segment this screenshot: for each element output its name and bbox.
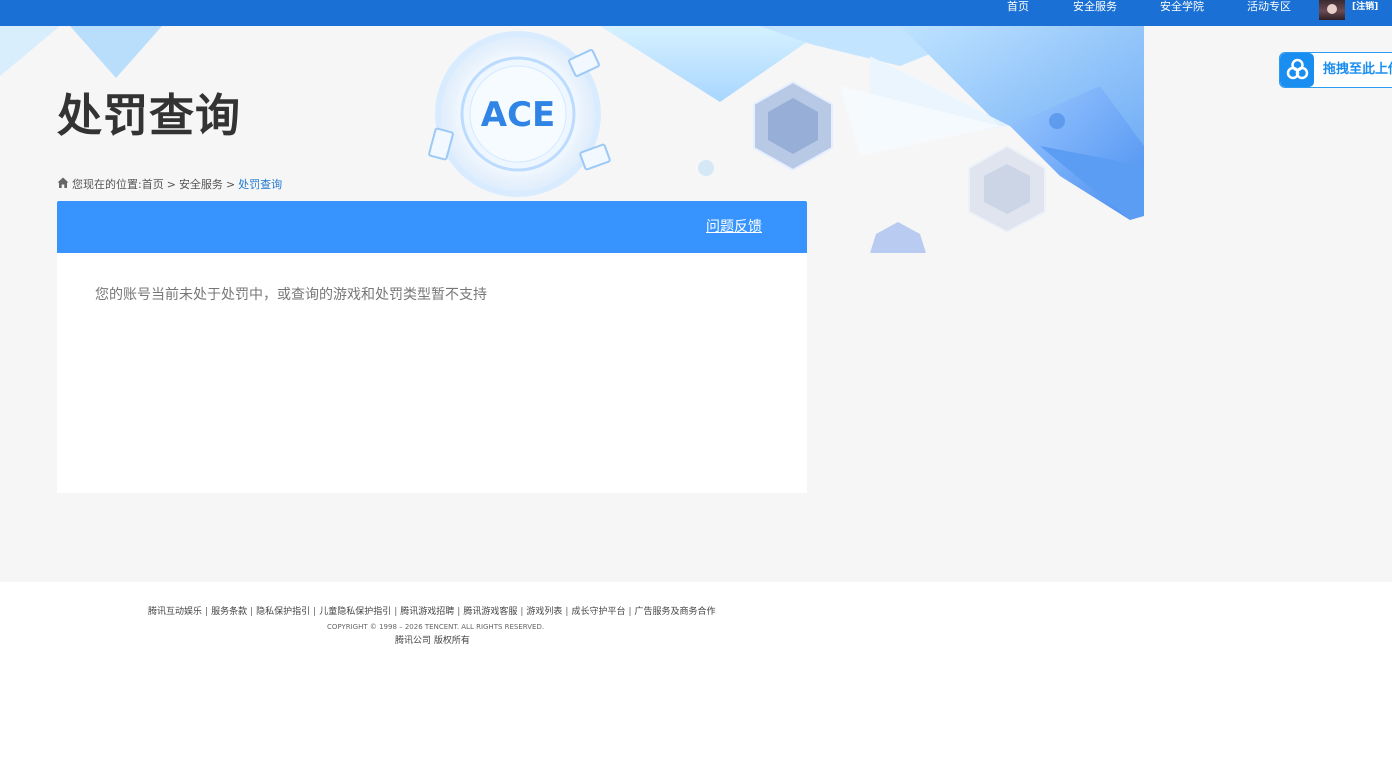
footer-link[interactable]: 服务条款 [211,607,247,617]
panel-body: 您的账号当前未处于处罚中，或查询的游戏和处罚类型暂不支持 [57,253,807,493]
rights-reserved: 腾讯公司 版权所有 [395,636,470,646]
ace-logo-text: ACE [481,95,556,135]
upload-label: 拖拽至此上传 [1323,62,1392,77]
footer-link[interactable]: 游戏列表 [526,607,562,617]
nav-events[interactable]: 活动专区 [1247,0,1291,14]
copyright: COPYRIGHT © 1998 – 2026 TENCENT. ALL RIG… [327,623,545,631]
page-title: 处罚查询 [57,89,242,142]
panel-header: 问题反馈 [57,201,807,253]
logout-link[interactable]: [注销] [1352,1,1378,13]
home-icon [57,177,69,188]
cloud-icon [1280,53,1314,87]
breadcrumb-current: 处罚查询 [238,178,283,191]
footer-link[interactable]: 腾讯互动娱乐 [148,607,202,617]
footer-link[interactable]: 成长守护平台 [571,607,625,617]
footer-link[interactable]: 广告服务及商务合作 [635,607,716,617]
breadcrumb-separator: > [225,178,236,191]
breadcrumb-prefix: 您现在的位置: [72,178,142,191]
breadcrumb: 您现在的位置:首页 > 安全服务 > 处罚查询 [57,177,282,191]
feedback-link[interactable]: 问题反馈 [706,218,762,236]
nav-security-service[interactable]: 安全服务 [1073,0,1117,14]
footer-link[interactable]: 隐私保护指引 [256,607,310,617]
nav-home[interactable]: 首页 [1007,0,1029,14]
footer-link[interactable]: 腾讯游戏客服 [463,607,517,617]
breadcrumb-home[interactable]: 首页 [142,178,164,191]
breadcrumb-security-service[interactable]: 安全服务 [179,178,223,191]
breadcrumb-separator: > [166,178,176,191]
user-avatar[interactable] [1319,0,1345,20]
empty-result-message: 您的账号当前未处于处罚中，或查询的游戏和处罚类型暂不支持 [95,287,487,303]
footer: 腾讯互动娱乐 | 服务条款 | 隐私保护指引 | 儿童隐私保护指引 | 腾讯游戏招聘 | 腾讯游戏客… [0,582,1392,759]
nav-security-academy[interactable]: 安全学院 [1160,0,1204,14]
footer-links: 腾讯互动娱乐 | 服务条款 | 隐私保护指引 | 儿童隐私保护指引 | 腾讯游戏招聘 | 腾讯游戏客… [148,607,716,617]
top-nav-bar: 首页 安全服务 安全学院 活动专区 [注销] [0,0,1392,26]
upload-widget[interactable]: 拖拽至此上传 [1279,52,1392,88]
footer-link[interactable]: 腾讯游戏招聘 [400,607,454,617]
footer-link[interactable]: 儿童隐私保护指引 [319,607,391,617]
